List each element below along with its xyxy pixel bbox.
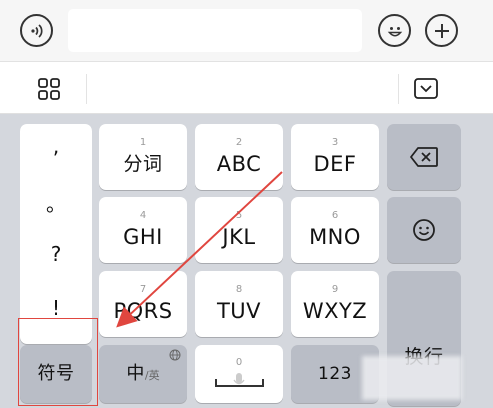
annotation-arrow	[116, 171, 283, 328]
